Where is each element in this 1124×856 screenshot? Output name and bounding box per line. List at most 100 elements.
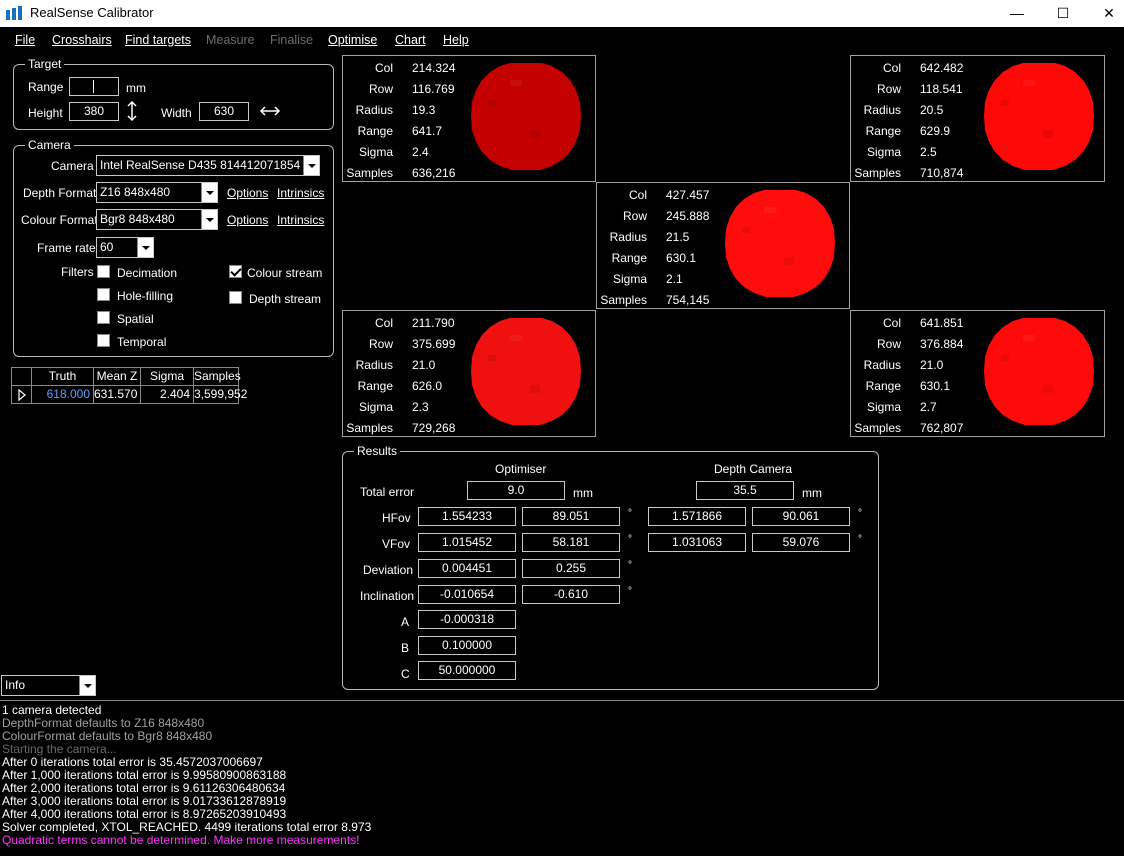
panel-value-row: 375.699 bbox=[412, 337, 456, 351]
camera-group-title: Camera bbox=[25, 138, 74, 152]
depth-format-select[interactable]: Z16 848x480 bbox=[96, 182, 218, 203]
depth-stream-checkbox[interactable] bbox=[229, 291, 242, 304]
hole-filling-checkbox[interactable] bbox=[97, 288, 110, 301]
target-blob bbox=[724, 187, 836, 299]
menu-find-targets[interactable]: Find targets bbox=[125, 33, 191, 47]
panel-value-sigma: 2.4 bbox=[412, 145, 429, 159]
panel-key-sigma: Sigma bbox=[866, 145, 901, 159]
colour-options-link[interactable]: Options bbox=[227, 213, 268, 227]
panel-key-row: Row bbox=[876, 82, 901, 96]
app-icon bbox=[6, 6, 22, 20]
log-level-value: Info bbox=[5, 678, 26, 692]
chevron-down-icon bbox=[201, 210, 217, 229]
horizontal-arrow-icon bbox=[259, 105, 281, 120]
grid-cell-mean-z[interactable]: 631.570 bbox=[94, 386, 141, 404]
frame-rate-select[interactable]: 60 bbox=[96, 237, 154, 258]
maximize-button[interactable]: ☐ bbox=[1040, 0, 1086, 27]
panel-value-col: 641.851 bbox=[920, 316, 964, 330]
close-button[interactable]: ✕ bbox=[1086, 0, 1124, 27]
inclination-radians: -0.010654 bbox=[418, 585, 516, 604]
depth-format-label: Depth Format bbox=[23, 186, 97, 200]
range-input[interactable] bbox=[69, 77, 119, 96]
panel-value-row: 118.541 bbox=[920, 82, 963, 96]
total-error-dc-unit: mm bbox=[802, 486, 822, 500]
hfov-dc-degrees: 90.061 bbox=[752, 507, 850, 526]
panel-value-radius: 21.5 bbox=[666, 230, 690, 244]
grid-cell-truth[interactable]: 618.000 bbox=[32, 386, 94, 404]
total-error-label: Total error bbox=[360, 485, 415, 499]
results-group-title: Results bbox=[354, 444, 401, 458]
temporal-checkbox[interactable] bbox=[97, 334, 110, 347]
deviation-label: Deviation bbox=[363, 563, 414, 577]
panel-key-range: Range bbox=[865, 379, 901, 393]
panel-key-radius: Radius bbox=[609, 230, 647, 244]
inclination-degree-symbol: ° bbox=[628, 586, 632, 597]
panel-value-samples: 754,145 bbox=[666, 293, 710, 307]
depth-options-link[interactable]: Options bbox=[227, 186, 268, 200]
panel-value-radius: 21.0 bbox=[920, 358, 944, 372]
grid-cell-samples[interactable]: 3,599,952 bbox=[194, 386, 247, 404]
decimation-checkbox[interactable] bbox=[97, 265, 110, 278]
spatial-label: Spatial bbox=[117, 312, 154, 326]
panel-key-range: Range bbox=[865, 124, 901, 138]
row-selector-icon[interactable] bbox=[12, 386, 32, 404]
vfov-dc-degrees: 59.076 bbox=[752, 533, 850, 552]
range-label: Range bbox=[28, 80, 64, 94]
menu-measure: Measure bbox=[206, 33, 255, 47]
text-cursor bbox=[93, 80, 94, 93]
target-group bbox=[13, 64, 334, 130]
grid-corner bbox=[12, 368, 32, 386]
height-input[interactable]: 380 bbox=[69, 102, 119, 121]
menu-finalise: Finalise bbox=[270, 33, 314, 47]
optimiser-header: Optimiser bbox=[495, 462, 547, 476]
b-value: 0.100000 bbox=[418, 636, 516, 655]
log-level-select[interactable]: Info bbox=[1, 675, 96, 696]
minimize-button[interactable]: — bbox=[994, 0, 1040, 27]
title-bar: RealSense Calibrator — ☐ ✕ bbox=[0, 0, 1124, 27]
panel-value-samples: 762,807 bbox=[920, 421, 964, 435]
hfov-opt-degrees: 89.051 bbox=[522, 507, 620, 526]
panel-value-sigma: 2.1 bbox=[666, 272, 683, 286]
decimation-label: Decimation bbox=[117, 266, 178, 280]
hfov-opt-degree-symbol: ° bbox=[628, 508, 632, 519]
target-blob bbox=[470, 315, 582, 427]
depth-stream-label: Depth stream bbox=[249, 292, 322, 306]
b-label: B bbox=[401, 641, 410, 655]
log-line: After 0 iterations total error is 35.457… bbox=[2, 755, 263, 769]
inclination-label: Inclination bbox=[360, 589, 415, 603]
menu-file[interactable]: File bbox=[15, 33, 35, 47]
colour-stream-checkbox[interactable] bbox=[229, 265, 242, 278]
colour-intrinsics-link[interactable]: Intrinsics bbox=[277, 213, 324, 227]
menu-optimise[interactable]: Optimise bbox=[328, 33, 377, 47]
menu-crosshairs[interactable]: Crosshairs bbox=[52, 33, 112, 47]
depth-intrinsics-link[interactable]: Intrinsics bbox=[277, 186, 324, 200]
log-line: 1 camera detected bbox=[2, 703, 102, 717]
log-line: After 1,000 iterations total error is 9.… bbox=[2, 768, 287, 782]
panel-value-range: 630.1 bbox=[920, 379, 951, 393]
panel-key-col: Col bbox=[374, 316, 393, 330]
grid-header-truth: Truth bbox=[32, 368, 94, 386]
total-error-optimiser: 9.0 bbox=[467, 481, 565, 500]
hfov-label: HFov bbox=[382, 511, 411, 525]
menu-chart[interactable]: Chart bbox=[395, 33, 426, 47]
spatial-checkbox[interactable] bbox=[97, 311, 110, 324]
frame-rate-value: 60 bbox=[100, 240, 114, 254]
depth-camera-header: Depth Camera bbox=[714, 462, 793, 476]
menu-bar: File Crosshairs Find targets Measure Fin… bbox=[0, 29, 1124, 51]
log-panel[interactable]: 1 camera detected DepthFormat defaults to… bbox=[0, 700, 1124, 856]
log-line: DepthFormat defaults to Z16 848x480 bbox=[2, 716, 205, 730]
width-input[interactable]: 630 bbox=[199, 102, 249, 121]
panel-value-sigma: 2.3 bbox=[412, 400, 429, 414]
panel-key-row: Row bbox=[368, 82, 393, 96]
colour-format-select[interactable]: Bgr8 848x480 bbox=[96, 209, 218, 230]
summary-grid: Truth Mean Z Sigma Samples 618.000 631.5… bbox=[11, 367, 247, 404]
menu-help[interactable]: Help bbox=[443, 33, 469, 47]
grid-cell-sigma[interactable]: 2.404 bbox=[141, 386, 194, 404]
vfov-opt-degree-symbol: ° bbox=[628, 534, 632, 545]
panel-key-radius: Radius bbox=[863, 358, 901, 372]
camera-select[interactable]: Intel RealSense D435 814412071854 bbox=[96, 155, 320, 176]
panel-value-col: 427.457 bbox=[666, 188, 710, 202]
panel-value-samples: 710,874 bbox=[920, 166, 964, 180]
log-line: ColourFormat defaults to Bgr8 848x480 bbox=[2, 729, 213, 743]
panel-key-row: Row bbox=[622, 209, 647, 223]
